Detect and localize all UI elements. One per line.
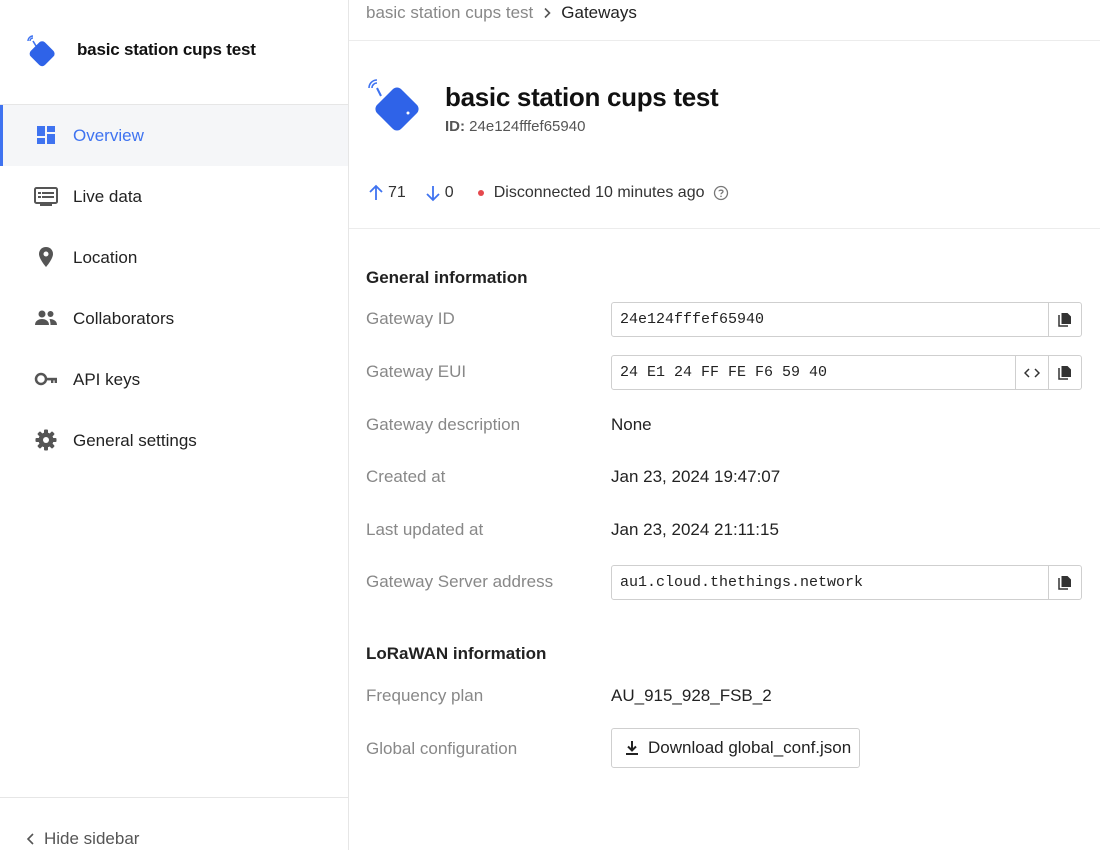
download-icon — [626, 741, 638, 755]
status-dot — [477, 190, 484, 196]
general-information-heading: General information — [366, 268, 528, 287]
gear-icon — [35, 429, 57, 451]
sidebar-nav: Overview Live data Location Collaborator… — [0, 105, 348, 471]
gateway-logo-icon — [368, 79, 419, 131]
frequency-plan-value: AU_915_928_FSB_2 — [611, 686, 772, 705]
sidebar-item-api-keys[interactable]: API keys — [0, 349, 348, 410]
lorawan-information-heading: LoRaWAN information — [366, 644, 547, 663]
copy-icon — [1058, 575, 1071, 590]
sidebar-item-live-data[interactable]: Live data — [0, 166, 348, 227]
download-button-label: Download global_conf.json — [648, 738, 852, 757]
divider — [349, 228, 1100, 229]
gateway-server-address-value[interactable]: au1.cloud.thethings.network — [612, 566, 1048, 599]
help-icon[interactable] — [713, 185, 729, 201]
chevron-left-icon — [26, 833, 34, 845]
arrow-down-icon — [426, 186, 440, 202]
hide-sidebar-button[interactable]: Hide sidebar — [26, 829, 139, 849]
copy-icon — [1058, 365, 1071, 380]
page-title: basic station cups test — [445, 82, 719, 112]
copy-gateway-id-button[interactable] — [1048, 303, 1081, 336]
created-at-value: Jan 23, 2024 19:47:07 — [611, 467, 781, 486]
divider — [349, 40, 1100, 41]
sidebar-item-label: Collaborators — [73, 308, 175, 328]
gateway-id-field-label: Gateway ID — [366, 309, 455, 328]
downlink-count: 0 — [444, 184, 454, 201]
copy-gateway-eui-button[interactable] — [1048, 356, 1081, 389]
overview-icon — [37, 126, 55, 144]
copy-server-address-button[interactable] — [1048, 566, 1081, 599]
toggle-eui-format-button[interactable] — [1015, 356, 1048, 389]
gateway-eui-field-label: Gateway EUI — [366, 362, 467, 381]
copy-icon — [1058, 312, 1071, 327]
live-data-icon — [34, 187, 58, 206]
gateway-id-label: ID: — [445, 118, 465, 135]
sidebar-item-general-settings[interactable]: General settings — [0, 410, 348, 471]
status-text: Disconnected 10 minutes ago — [493, 184, 705, 201]
key-icon — [34, 372, 57, 386]
hide-sidebar-label: Hide sidebar — [44, 829, 140, 848]
sidebar-header: basic station cups test — [0, 0, 348, 105]
gateway-id-value: 24e124fffef65940 — [469, 118, 586, 135]
sidebar-item-label: Overview — [73, 125, 144, 145]
global-configuration-label: Global configuration — [366, 739, 518, 758]
main-content: basic station cups test Gateways basic s… — [349, 0, 1100, 850]
last-updated-value: Jan 23, 2024 21:11:15 — [611, 520, 779, 539]
connection-status: Disconnected 10 minutes ago — [477, 184, 729, 202]
frequency-plan-label: Frequency plan — [366, 686, 484, 705]
people-icon — [35, 310, 57, 325]
code-icon — [1024, 367, 1040, 378]
gateway-id-field-value[interactable]: 24e124fffef65940 — [612, 303, 1048, 336]
uplink-stat: 71 — [367, 184, 406, 202]
gateway-server-address-label: Gateway Server address — [366, 572, 554, 591]
sidebar-item-collaborators[interactable]: Collaborators — [0, 288, 348, 349]
sidebar-item-location[interactable]: Location — [0, 227, 348, 288]
arrow-up-icon — [369, 184, 383, 200]
location-pin-icon — [39, 247, 53, 267]
sidebar-title: basic station cups test — [77, 40, 256, 59]
sidebar: basic station cups test Overview Live da… — [0, 0, 349, 850]
gateway-description-value: None — [611, 415, 652, 434]
gateway-logo-icon — [27, 35, 55, 67]
sidebar-item-label: API keys — [73, 369, 141, 389]
sidebar-item-overview[interactable]: Overview — [0, 105, 348, 166]
gateway-description-label: Gateway description — [366, 415, 521, 434]
chevron-right-icon — [544, 7, 551, 19]
uplink-count: 71 — [388, 184, 406, 201]
gateway-stats: 71 0 Disconnected 10 minutes ago — [367, 184, 729, 202]
download-global-conf-button[interactable]: Download global_conf.json — [611, 728, 860, 768]
breadcrumb-current: Gateways — [561, 3, 637, 22]
sidebar-item-label: Location — [73, 247, 138, 267]
gateway-id-field: 24e124fffef65940 — [611, 302, 1082, 337]
last-updated-label: Last updated at — [366, 520, 484, 539]
gateway-eui-field: 24 E1 24 FF FE F6 59 40 — [611, 355, 1082, 390]
breadcrumb-parent-link[interactable]: basic station cups test — [366, 3, 533, 23]
sidebar-item-label: Live data — [73, 186, 142, 206]
breadcrumb: basic station cups test Gateways — [366, 3, 637, 23]
gateway-id-subtitle: ID: 24e124fffef65940 — [445, 118, 585, 135]
created-at-label: Created at — [366, 467, 446, 486]
sidebar-footer: Hide sidebar — [0, 797, 348, 850]
gateway-server-address-field: au1.cloud.thethings.network — [611, 565, 1082, 600]
gateway-eui-field-value[interactable]: 24 E1 24 FF FE F6 59 40 — [612, 356, 1015, 389]
downlink-stat: 0 — [424, 184, 454, 202]
sidebar-item-label: General settings — [73, 430, 197, 450]
